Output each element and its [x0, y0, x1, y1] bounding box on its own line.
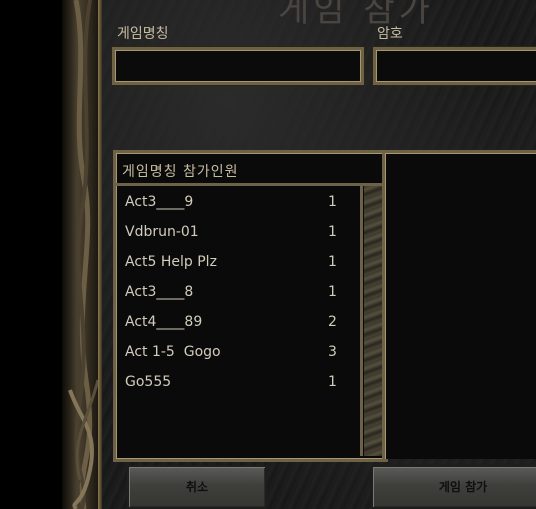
game-list-header: 게임명칭 참가인원	[116, 153, 385, 186]
game-name: Act 1-5 Gogo	[125, 344, 221, 360]
game-name: Act4____89	[125, 314, 203, 330]
scroll-divider	[360, 186, 363, 456]
cancel-button[interactable]: 취소	[127, 465, 267, 509]
join-game-button[interactable]: 게임 참가	[371, 465, 536, 509]
game-name: Act5 Help Plz	[125, 254, 217, 270]
list-item[interactable]: Act 1-5 Gogo 3	[116, 337, 360, 367]
list-item[interactable]: Act3____9 1	[116, 187, 360, 217]
list-item[interactable]: Act4____89 2	[116, 307, 360, 337]
password-field[interactable]	[373, 47, 536, 85]
player-count: 1	[328, 194, 337, 210]
list-item[interactable]: Act3____8 1	[116, 277, 360, 307]
game-name: Act3____9	[125, 194, 194, 210]
player-count: 1	[328, 374, 337, 390]
game-name: Vdbrun-01	[125, 224, 199, 240]
window-title: 게임 참가	[278, 0, 434, 30]
password-label: 암호	[377, 26, 403, 42]
game-name: Act3____8	[125, 284, 194, 300]
celtic-knot-scrollbar[interactable]	[364, 186, 382, 456]
list-item[interactable]: Go555 1	[116, 367, 360, 397]
player-count: 2	[328, 314, 337, 330]
game-name-label: 게임명칭	[117, 26, 169, 42]
panel-frame-edge	[98, 0, 102, 509]
game-name: Go555	[125, 374, 172, 390]
game-name-field[interactable]	[112, 47, 364, 85]
list-item[interactable]: Vdbrun-01 1	[116, 217, 360, 247]
twisted-vine-pillar-icon	[68, 0, 100, 509]
game-detail-panel	[382, 150, 536, 459]
game-list: 게임명칭 참가인원 Act3____9 1 Vdbrun-01 1 Act5 H…	[113, 150, 388, 462]
player-count: 3	[328, 344, 337, 360]
player-count: 1	[328, 284, 337, 300]
list-item[interactable]: Act5 Help Plz 1	[116, 247, 360, 277]
game-list-header-label: 게임명칭 참가인원	[122, 164, 239, 180]
background-left	[0, 0, 62, 509]
player-count: 1	[328, 224, 337, 240]
player-count: 1	[328, 254, 337, 270]
